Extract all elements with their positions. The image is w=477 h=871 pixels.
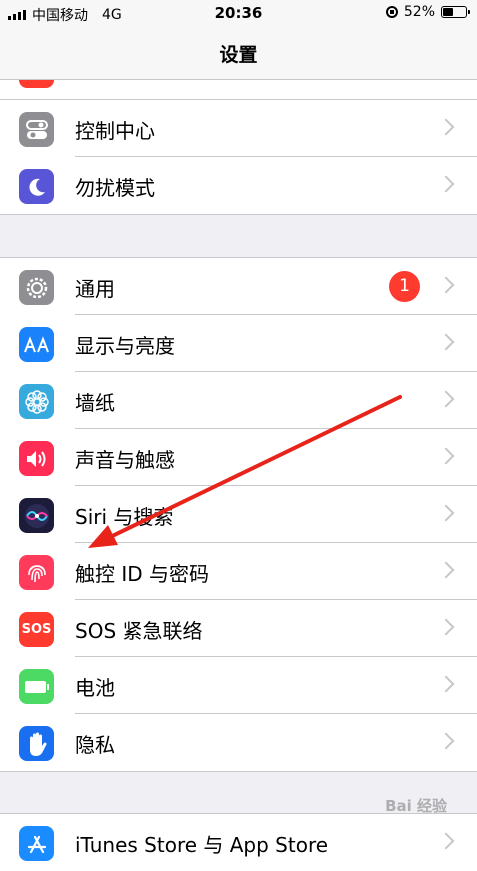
settings-group-3: iTunes Store 与 App Store bbox=[0, 813, 477, 871]
speaker-icon bbox=[19, 441, 54, 476]
settings-row-label: 声音与触感 bbox=[75, 448, 175, 472]
chevron-right-icon bbox=[437, 675, 455, 693]
notification-badge: 1 bbox=[389, 271, 420, 302]
settings-row-label: 显示与亮度 bbox=[75, 334, 175, 358]
settings-row-display-brightness[interactable]: 显示与亮度 bbox=[0, 315, 477, 372]
siri-icon bbox=[19, 498, 54, 533]
status-bar: 中国移动 4G 20:36 52% bbox=[0, 0, 477, 28]
settings-group-partial bbox=[0, 80, 477, 100]
orientation-lock-icon bbox=[385, 6, 398, 18]
battery-percent: 52% bbox=[403, 4, 435, 20]
chevron-right-icon bbox=[437, 175, 455, 193]
settings-row-control-center[interactable]: 控制中心 bbox=[0, 100, 477, 157]
battery-status-icon bbox=[441, 6, 470, 18]
settings-row-siri-search[interactable]: Siri 与搜索 bbox=[0, 486, 477, 543]
chevron-right-icon bbox=[437, 504, 455, 522]
gear-icon bbox=[19, 270, 54, 305]
settings-row-general[interactable]: 通用 1 bbox=[0, 258, 477, 315]
app-store-icon bbox=[19, 826, 54, 861]
navigation-bar: 设置 bbox=[0, 28, 477, 80]
chevron-right-icon bbox=[437, 447, 455, 465]
settings-row-label: 墙纸 bbox=[75, 391, 115, 415]
chevron-right-icon bbox=[437, 618, 455, 636]
chevron-right-icon bbox=[437, 561, 455, 579]
chevron-right-icon bbox=[437, 390, 455, 408]
flower-icon bbox=[19, 384, 54, 419]
settings-row-label: Siri 与搜索 bbox=[75, 505, 174, 529]
settings-group-2: 通用 1 显示与亮度 墙纸 声音与触感 Siri 与搜索 触控 ID 与密码 S… bbox=[0, 257, 477, 772]
settings-row-label: 隐私 bbox=[75, 733, 115, 757]
fingerprint-icon bbox=[19, 555, 54, 590]
settings-row-emergency-sos[interactable]: SOS SOS 紧急联络 bbox=[0, 600, 477, 657]
settings-row-label: 触控 ID 与密码 bbox=[75, 562, 210, 586]
settings-row-label: 勿扰模式 bbox=[75, 176, 155, 200]
sos-icon: SOS bbox=[19, 612, 54, 647]
settings-row-do-not-disturb[interactable]: 勿扰模式 bbox=[0, 157, 477, 214]
chevron-right-icon bbox=[437, 276, 455, 294]
partial-row-icon bbox=[19, 80, 54, 88]
settings-row-label: 控制中心 bbox=[75, 119, 155, 143]
watermark: Bai 经验 bbox=[385, 797, 447, 815]
chevron-right-icon bbox=[437, 118, 455, 136]
moon-icon bbox=[19, 169, 54, 204]
settings-group-1: 控制中心 勿扰模式 bbox=[0, 99, 477, 215]
settings-row-sounds-haptics[interactable]: 声音与触感 bbox=[0, 429, 477, 486]
aa-text-icon bbox=[19, 327, 54, 362]
sos-icon-text: SOS bbox=[21, 622, 52, 637]
settings-row-itunes-app-store[interactable]: iTunes Store 与 App Store bbox=[0, 814, 477, 871]
settings-row-label: SOS 紧急联络 bbox=[75, 619, 203, 643]
battery-fill bbox=[443, 8, 454, 16]
battery-icon bbox=[19, 669, 54, 704]
page-title: 设置 bbox=[219, 44, 258, 66]
settings-row-label: iTunes Store 与 App Store bbox=[75, 833, 329, 857]
toggle-switches-icon bbox=[19, 112, 54, 147]
settings-row-privacy[interactable]: 隐私 bbox=[0, 714, 477, 771]
settings-row-touch-id-passcode[interactable]: 触控 ID 与密码 bbox=[0, 543, 477, 600]
chevron-right-icon bbox=[437, 333, 455, 351]
hand-icon bbox=[19, 726, 54, 761]
settings-row-wallpaper[interactable]: 墙纸 bbox=[0, 372, 477, 429]
chevron-right-icon bbox=[437, 732, 455, 750]
settings-row-label: 通用 bbox=[75, 277, 115, 301]
settings-row-battery[interactable]: 电池 bbox=[0, 657, 477, 714]
settings-row-label: 电池 bbox=[75, 676, 115, 700]
